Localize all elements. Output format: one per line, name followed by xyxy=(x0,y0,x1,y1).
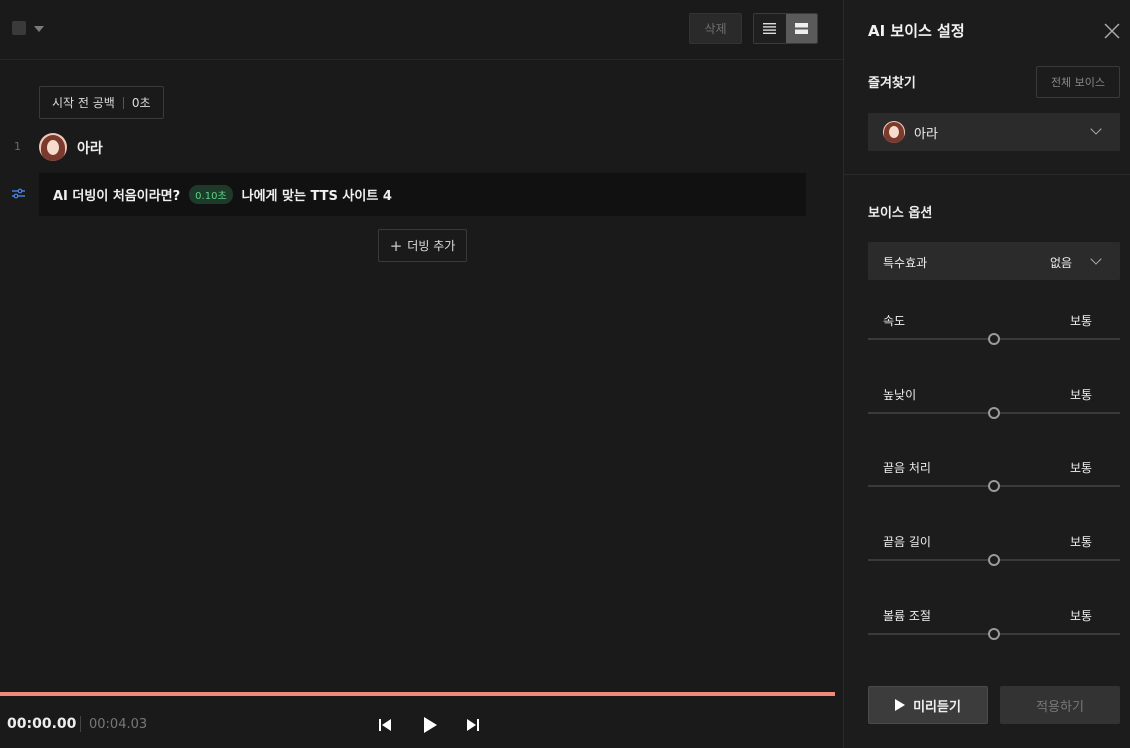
pre-gap-label: 시작 전 공백 xyxy=(52,96,115,110)
slider-speed: 속도 보통 xyxy=(868,312,1120,362)
slider-handle[interactable] xyxy=(988,628,1000,640)
voice-settings-panel: AI 보이스 설정 즐겨찾기 전체 보이스 아라 보이스 옵션 특수효과 없음 … xyxy=(843,0,1130,748)
total-time: 00:04.03 xyxy=(89,717,148,732)
slider-ending: 끝음 처리 보통 xyxy=(868,459,1120,509)
script-text-after[interactable]: 나에게 맞는 TTS 사이트 4 xyxy=(242,185,392,204)
chevron-down-icon xyxy=(1090,253,1102,265)
slider-label: 끝음 처리 xyxy=(883,461,931,475)
slider-pitch: 높낮이 보통 xyxy=(868,386,1120,436)
voice-avatar[interactable] xyxy=(39,133,67,161)
script-line[interactable]: AI 더빙이 처음이라면? 0.10초 나에게 맞는 TTS 사이트 4 xyxy=(39,173,806,216)
editor-area: 삭제 시작 전 공백 0초 1 아라 AI 더빙이 처음이라면? 0.10초 나… xyxy=(0,0,843,748)
row-number: 1 xyxy=(14,140,21,153)
section-divider xyxy=(844,174,1130,175)
avatar-face xyxy=(47,140,59,155)
pause-badge[interactable]: 0.10초 xyxy=(189,185,233,204)
slider-handle[interactable] xyxy=(988,554,1000,566)
selected-voice-name: 아라 xyxy=(914,126,938,142)
skip-forward-icon xyxy=(467,719,479,731)
slider-label: 높낮이 xyxy=(883,388,917,402)
play-icon xyxy=(424,717,437,733)
skip-back-button[interactable] xyxy=(375,714,395,736)
play-button[interactable] xyxy=(420,714,440,736)
skip-forward-button[interactable] xyxy=(463,714,483,736)
divider xyxy=(122,96,124,109)
effect-select[interactable]: 특수효과 없음 xyxy=(868,242,1120,280)
apply-button[interactable]: 적용하기 xyxy=(1000,686,1120,724)
voice-name[interactable]: 아라 xyxy=(77,138,103,158)
delete-button[interactable]: 삭제 xyxy=(689,13,742,44)
list-view-button[interactable] xyxy=(754,14,786,43)
time-divider xyxy=(80,716,81,732)
card-icon xyxy=(794,23,808,34)
preview-button[interactable]: 미리듣기 xyxy=(868,686,988,724)
chevron-down-icon xyxy=(1090,123,1102,135)
slider-label: 속도 xyxy=(883,314,906,328)
slider-handle[interactable] xyxy=(988,480,1000,492)
voice-avatar xyxy=(883,121,905,143)
slider-volume: 볼륨 조절 보통 xyxy=(868,607,1120,657)
panel-title: AI 보이스 설정 xyxy=(868,22,965,40)
current-time: 00:00.00 xyxy=(7,716,77,732)
slider-value: 보통 xyxy=(1070,388,1093,402)
favorite-voice-select[interactable]: 아라 xyxy=(868,113,1120,151)
voice-options-label: 보이스 옵션 xyxy=(868,206,933,221)
progress-bar[interactable] xyxy=(0,692,835,696)
slider-value: 보통 xyxy=(1070,609,1093,623)
slider-handle[interactable] xyxy=(988,407,1000,419)
avatar-face xyxy=(889,126,899,138)
skip-back-icon xyxy=(379,719,391,731)
script-text-before[interactable]: AI 더빙이 처음이라면? xyxy=(53,185,180,204)
editor-toolbar: 삭제 xyxy=(0,0,843,60)
adjust-icon[interactable] xyxy=(12,188,25,199)
select-dropdown-icon[interactable] xyxy=(34,26,44,32)
add-dub-label: 더빙 추가 xyxy=(407,239,456,253)
view-mode-toggle xyxy=(753,13,818,44)
preview-label: 미리듣기 xyxy=(913,699,961,715)
plus-icon: + xyxy=(389,236,403,255)
slider-label: 볼륨 조절 xyxy=(883,609,931,623)
effect-label: 특수효과 xyxy=(883,256,928,270)
pre-gap-button[interactable]: 시작 전 공백 0초 xyxy=(39,86,164,119)
slider-value: 보통 xyxy=(1070,461,1093,475)
card-view-button[interactable] xyxy=(785,14,817,43)
add-dub-button[interactable]: + 더빙 추가 xyxy=(378,229,467,262)
slider-label: 끝음 길이 xyxy=(883,535,931,549)
close-icon[interactable] xyxy=(1104,23,1120,39)
slider-value: 보통 xyxy=(1070,314,1093,328)
effect-value: 없음 xyxy=(1050,256,1073,270)
slider-handle[interactable] xyxy=(988,333,1000,345)
slider-ending-length: 끝음 길이 보통 xyxy=(868,533,1120,583)
play-icon xyxy=(895,699,906,711)
all-voices-button[interactable]: 전체 보이스 xyxy=(1036,66,1120,98)
select-all-checkbox[interactable] xyxy=(12,21,26,35)
favorites-label: 즐겨찾기 xyxy=(868,76,916,91)
list-icon xyxy=(763,23,777,34)
slider-value: 보통 xyxy=(1070,535,1093,549)
pre-gap-value: 0초 xyxy=(131,96,151,110)
